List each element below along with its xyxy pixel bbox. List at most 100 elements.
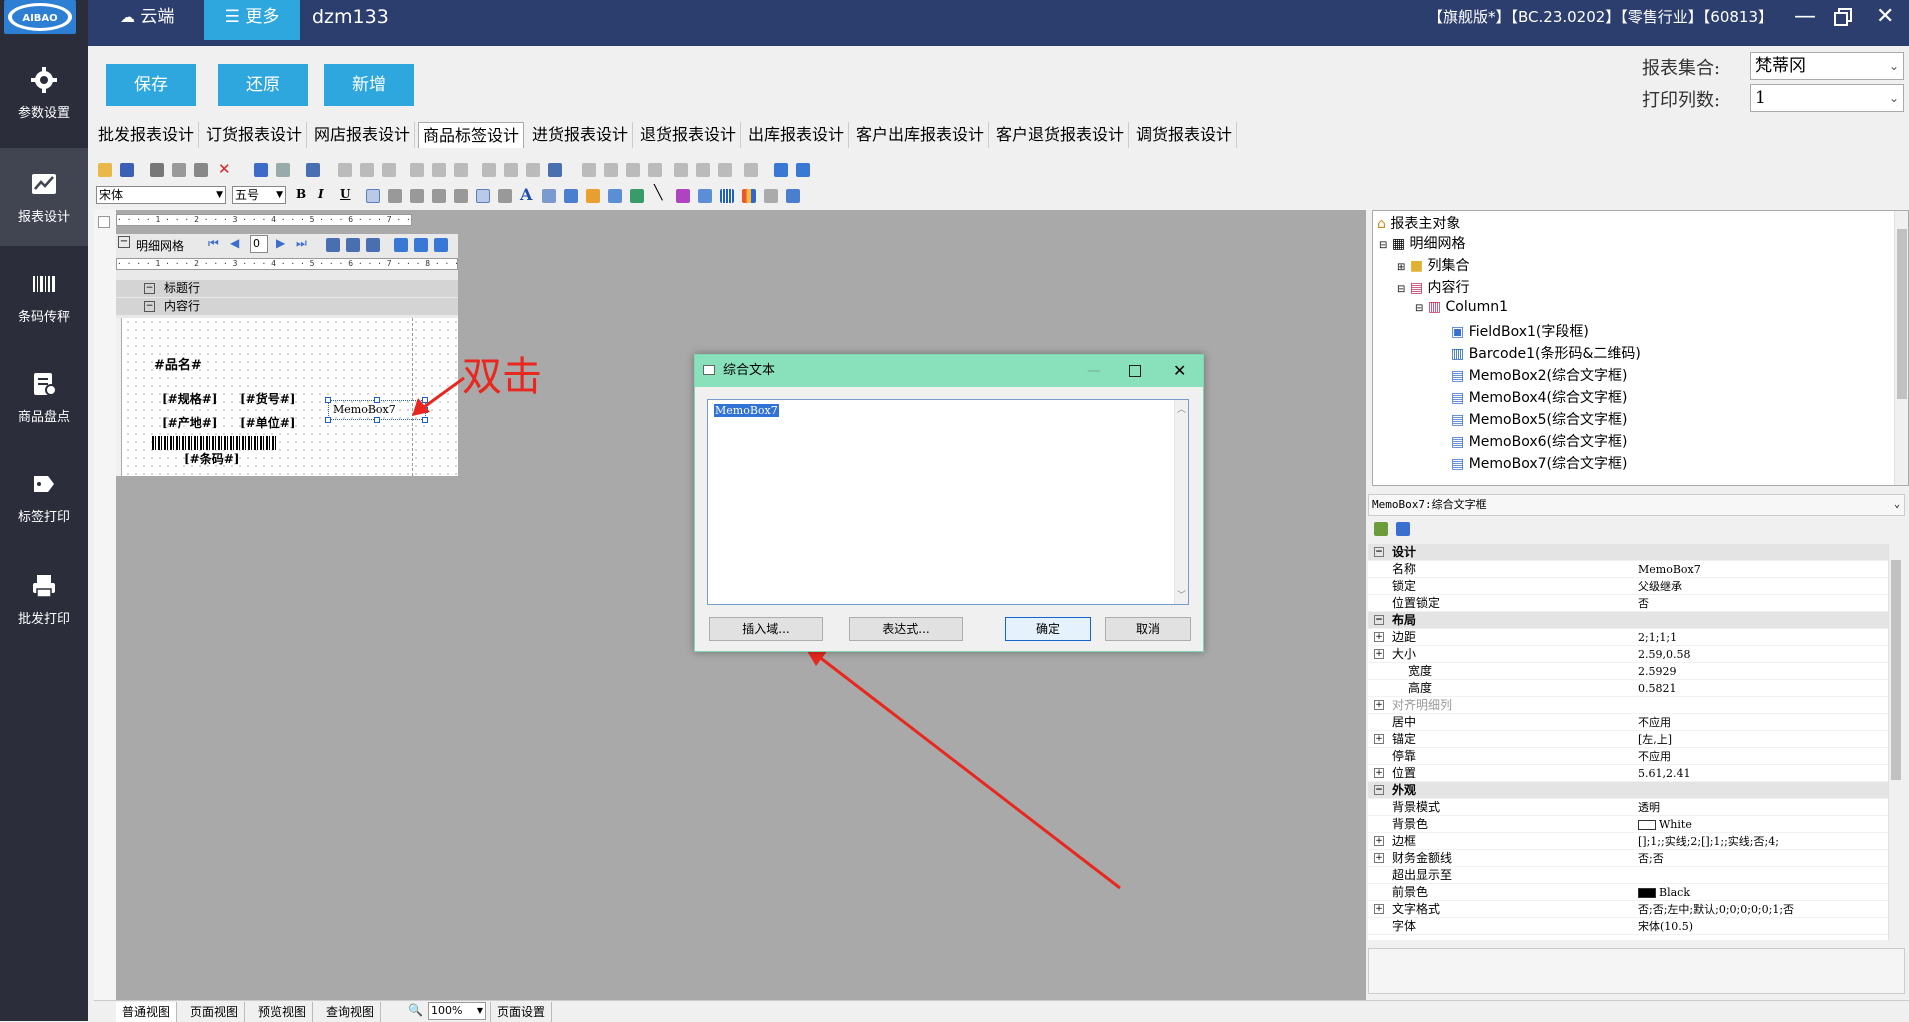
table-icon[interactable] bbox=[764, 189, 778, 203]
resize-handle[interactable] bbox=[422, 397, 428, 403]
tab-product-label[interactable]: 商品标签设计 bbox=[418, 122, 525, 148]
property-selector[interactable]: MemoBox7:综合文字框 ⌄ bbox=[1368, 494, 1905, 516]
property-row[interactable]: + 锚定 [左,上] bbox=[1368, 731, 1888, 748]
tab-return[interactable]: 退货报表设计 bbox=[636, 122, 742, 148]
spacing-v-icon[interactable] bbox=[674, 163, 688, 177]
text-justify-icon[interactable] bbox=[432, 189, 446, 203]
property-value[interactable]: 2.59,0.58 bbox=[1638, 646, 1690, 663]
dialog-titlebar[interactable]: 综合文本 — ✕ bbox=[695, 355, 1203, 387]
align-left-icon[interactable] bbox=[338, 163, 352, 177]
property-value[interactable]: 0.5821 bbox=[1638, 680, 1677, 697]
property-row[interactable]: + 边距 2;1;1;1 bbox=[1368, 629, 1888, 646]
sidebar-item-inventory[interactable]: 商品盘点 bbox=[0, 348, 88, 446]
valign-top-icon[interactable] bbox=[454, 189, 468, 203]
property-value[interactable]: 宋体(10.5) bbox=[1638, 918, 1693, 935]
align-top-icon[interactable] bbox=[410, 163, 424, 177]
memo-scrollbar[interactable]: ︿ ﹀ bbox=[1174, 400, 1188, 604]
property-row[interactable]: + 边框 [];1;;实线;2;[];1;;实线;否;4; bbox=[1368, 833, 1888, 850]
expand-icon[interactable]: + bbox=[1374, 836, 1384, 846]
spacing-h-remove-icon[interactable] bbox=[648, 163, 662, 177]
resize-handle[interactable] bbox=[325, 417, 331, 423]
ok-button[interactable]: 确定 bbox=[1005, 617, 1091, 641]
delete-col-icon[interactable] bbox=[434, 238, 448, 252]
next-page-icon[interactable]: ▶ bbox=[276, 236, 285, 250]
band-content-row[interactable]: − 内容行 bbox=[116, 298, 458, 315]
more-button[interactable]: ☰ 更多 bbox=[204, 0, 300, 40]
print-cols-select[interactable]: 1 ⌄ bbox=[1750, 84, 1904, 112]
tree-item[interactable]: ▤ MemoBox2(综合文字框) bbox=[1451, 365, 1627, 385]
cancel-button[interactable]: 取消 bbox=[1105, 617, 1191, 641]
spacing-h-icon[interactable] bbox=[582, 163, 596, 177]
tree-content-row[interactable]: ⊟ ▤ 内容行 bbox=[1397, 277, 1470, 297]
property-value[interactable]: 否;否;左中;默认;0;0;0;0;0;1;否 bbox=[1638, 901, 1794, 918]
field-origin[interactable]: [#产地#] bbox=[162, 414, 217, 431]
text-align-right-icon[interactable] bbox=[410, 189, 424, 203]
tab-outbound[interactable]: 出库报表设计 bbox=[744, 122, 850, 148]
tree-item[interactable]: ▥ Barcode1(条形码&二维码) bbox=[1451, 343, 1641, 363]
property-value[interactable]: MemoBox7 bbox=[1638, 561, 1701, 578]
tree-item[interactable]: ▤ MemoBox4(综合文字框) bbox=[1451, 387, 1627, 407]
valign-center-icon[interactable] bbox=[476, 189, 490, 203]
system-var-icon[interactable] bbox=[586, 189, 600, 203]
align-grid-icon[interactable] bbox=[306, 163, 320, 177]
property-row[interactable]: 名称 MemoBox7 bbox=[1368, 561, 1888, 578]
memo-textarea[interactable]: MemoBox7 ︿ ﹀ bbox=[707, 399, 1189, 605]
property-category[interactable]: − 设计 bbox=[1368, 544, 1888, 561]
font-size-select[interactable]: 五号 ▼ bbox=[232, 186, 286, 204]
insert-field-button[interactable]: 插入域... bbox=[709, 617, 823, 641]
restore-window-icon[interactable] bbox=[1834, 0, 1852, 40]
zoom-select[interactable]: 100% ▼ bbox=[428, 1002, 486, 1020]
bold-icon[interactable]: B bbox=[296, 187, 306, 201]
page-input[interactable]: 0 bbox=[250, 235, 268, 253]
tree-scrollbar[interactable] bbox=[1894, 211, 1908, 485]
first-page-icon[interactable]: ⏮ bbox=[208, 236, 219, 251]
cut-icon[interactable] bbox=[150, 163, 164, 177]
tab-transfer[interactable]: 调货报表设计 bbox=[1132, 122, 1238, 148]
tab-customer-outbound[interactable]: 客户出库报表设计 bbox=[852, 122, 990, 148]
report-set-select[interactable]: 梵蒂冈 ⌄ bbox=[1750, 52, 1904, 80]
delete-icon[interactable]: ✕ bbox=[218, 160, 231, 178]
underline-icon[interactable]: U bbox=[340, 187, 350, 201]
collapse-icon[interactable]: − bbox=[1374, 547, 1384, 557]
property-value[interactable]: 5.61,2.41 bbox=[1638, 765, 1690, 782]
spacing-v-dec-icon[interactable] bbox=[718, 163, 732, 177]
collapse-icon[interactable]: − bbox=[118, 236, 130, 248]
font-name-select[interactable]: 宋体 ▼ bbox=[96, 186, 226, 204]
property-row[interactable]: 居中 不应用 bbox=[1368, 714, 1888, 731]
property-scrollbar[interactable] bbox=[1888, 544, 1902, 940]
add-col-icon[interactable] bbox=[394, 238, 408, 252]
tree-columns[interactable]: ⊞ ■ 列集合 bbox=[1397, 255, 1470, 275]
bring-front-icon[interactable] bbox=[774, 163, 788, 177]
view-preview[interactable]: 预览视图 bbox=[252, 1002, 314, 1022]
expand-icon[interactable]: + bbox=[1374, 734, 1384, 744]
property-value[interactable]: 透明 bbox=[1638, 799, 1660, 816]
align-middle-icon[interactable] bbox=[432, 163, 446, 177]
property-row[interactable]: 超出显示至 bbox=[1368, 867, 1888, 884]
property-row[interactable]: + 文字格式 否;否;左中;默认;0;0;0;0;0;1;否 bbox=[1368, 901, 1888, 918]
open-icon[interactable] bbox=[98, 163, 112, 177]
expand-icon[interactable]: + bbox=[1374, 700, 1384, 710]
field-item-no[interactable]: [#货号#] bbox=[240, 390, 295, 407]
collapse-icon[interactable]: − bbox=[1374, 615, 1384, 625]
minimize-icon[interactable]: — bbox=[1794, 0, 1816, 40]
property-row[interactable]: 锁定 父级继承 bbox=[1368, 578, 1888, 595]
label-grid[interactable]: #品名# [#规格#] [#货号#] [#产地#] [#单位#] MemoBox… bbox=[116, 318, 458, 476]
property-row[interactable]: 背景模式 透明 bbox=[1368, 799, 1888, 816]
band-title-row[interactable]: − 标题行 bbox=[116, 280, 458, 297]
prev-page-icon[interactable]: ◀ bbox=[230, 236, 239, 250]
barcode-graphic[interactable] bbox=[152, 436, 278, 450]
resize-handle[interactable] bbox=[325, 397, 331, 403]
view-page[interactable]: 页面视图 bbox=[184, 1002, 246, 1022]
collapse-icon[interactable]: − bbox=[1374, 785, 1384, 795]
insert-row-icon[interactable] bbox=[346, 238, 360, 252]
tree-item[interactable]: ▤ MemoBox7(综合文字框) bbox=[1451, 453, 1627, 473]
field-spec[interactable]: [#规格#] bbox=[162, 390, 217, 407]
picture-icon[interactable] bbox=[698, 189, 712, 203]
rich-text-icon[interactable] bbox=[676, 189, 690, 203]
property-value[interactable]: [];1;;实线;2;[];1;;实线;否;4; bbox=[1638, 833, 1779, 850]
property-row[interactable]: 背景色 White bbox=[1368, 816, 1888, 833]
memo-icon[interactable] bbox=[608, 189, 622, 203]
page-setup-button[interactable]: 页面设置 bbox=[490, 1002, 553, 1022]
spacing-h-inc-icon[interactable] bbox=[604, 163, 618, 177]
add-button[interactable]: 新增 bbox=[324, 64, 414, 106]
